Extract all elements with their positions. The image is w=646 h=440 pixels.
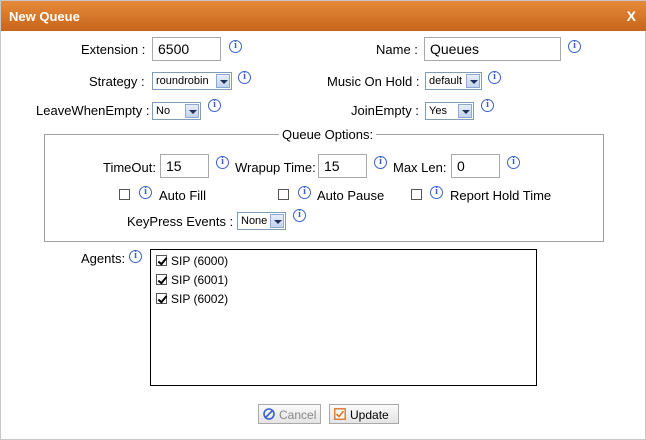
agents-label: Agents:: [81, 251, 126, 266]
leave-when-empty-select[interactable]: No: [152, 102, 201, 120]
list-item: SIP (6000): [171, 254, 229, 268]
info-icon[interactable]: i: [488, 71, 501, 84]
info-icon[interactable]: i: [293, 209, 306, 222]
info-icon[interactable]: i: [568, 40, 581, 53]
update-button[interactable]: Update: [329, 404, 399, 424]
chevron-down-icon[interactable]: [466, 74, 480, 88]
join-empty-select[interactable]: Yes: [425, 102, 474, 120]
info-icon[interactable]: i: [238, 71, 251, 84]
max-len-input[interactable]: [451, 154, 500, 178]
max-len-label: Max Len:: [393, 160, 447, 175]
chevron-down-icon[interactable]: [185, 104, 199, 118]
close-button[interactable]: X: [627, 8, 636, 24]
leave-when-empty-label: LeaveWhenEmpty :: [36, 103, 150, 118]
wrapup-time-label: Wrapup Time:: [235, 160, 316, 175]
music-on-hold-selected-value: default: [429, 75, 463, 87]
new-queue-dialog: New Queue X Extension : i Name : i Strat…: [0, 0, 646, 440]
report-hold-time-label: Report Hold Time: [450, 188, 552, 203]
auto-pause-checkbox[interactable]: [278, 189, 289, 200]
join-empty-selected-value: Yes: [429, 105, 447, 117]
info-icon[interactable]: i: [507, 156, 520, 169]
keypress-events-label: KeyPress Events :: [127, 214, 234, 229]
cancel-button[interactable]: Cancel: [258, 404, 321, 424]
auto-pause-label: Auto Pause: [317, 188, 385, 203]
title-bar[interactable]: New Queue X: [1, 1, 646, 31]
agent-checkbox-sip-6002[interactable]: [156, 293, 167, 304]
music-on-hold-label: Music On Hold :: [327, 74, 420, 89]
auto-fill-checkbox[interactable]: [119, 189, 130, 200]
info-icon[interactable]: i: [374, 156, 387, 169]
list-item: SIP (6002): [171, 292, 229, 306]
info-icon[interactable]: i: [129, 250, 142, 263]
cancel-icon: [263, 408, 275, 420]
info-icon[interactable]: i: [208, 99, 221, 112]
info-icon[interactable]: i: [298, 186, 311, 199]
update-button-label: Update: [350, 408, 389, 422]
list-item: SIP (6001): [171, 273, 229, 287]
chevron-down-icon[interactable]: [270, 214, 284, 228]
report-hold-time-checkbox[interactable]: [411, 189, 422, 200]
info-icon[interactable]: i: [216, 156, 229, 169]
agents-list[interactable]: SIP (6000) SIP (6001) SIP (6002): [150, 249, 537, 386]
queue-options-legend: Queue Options:: [279, 127, 377, 142]
extension-label: Extension :: [81, 42, 146, 57]
info-icon[interactable]: i: [139, 186, 152, 199]
chevron-down-icon[interactable]: [458, 104, 472, 118]
keypress-events-select[interactable]: None: [237, 212, 286, 230]
info-icon[interactable]: i: [430, 186, 443, 199]
join-empty-label: JoinEmpty :: [351, 103, 419, 118]
agent-checkbox-sip-6000[interactable]: [156, 255, 167, 266]
cancel-button-label: Cancel: [279, 408, 317, 422]
strategy-label: Strategy :: [89, 74, 145, 89]
info-icon[interactable]: i: [481, 99, 494, 112]
strategy-select[interactable]: roundrobin: [152, 72, 232, 90]
agent-checkbox-sip-6001[interactable]: [156, 274, 167, 285]
name-input[interactable]: [424, 37, 561, 61]
update-icon: [334, 408, 346, 420]
strategy-selected-value: roundrobin: [156, 75, 209, 87]
extension-input[interactable]: [152, 37, 221, 61]
name-label: Name :: [376, 42, 418, 57]
wrapup-time-input[interactable]: [318, 154, 367, 178]
auto-fill-label: Auto Fill: [159, 188, 206, 203]
timeout-label: TimeOut:: [103, 160, 156, 175]
info-icon[interactable]: i: [229, 40, 242, 53]
timeout-input[interactable]: [160, 154, 209, 178]
chevron-down-icon[interactable]: [216, 74, 230, 88]
music-on-hold-select[interactable]: default: [425, 72, 482, 90]
keypress-events-selected-value: None: [241, 215, 268, 227]
leave-when-empty-selected-value: No: [156, 105, 171, 117]
dialog-title: New Queue: [9, 9, 80, 24]
